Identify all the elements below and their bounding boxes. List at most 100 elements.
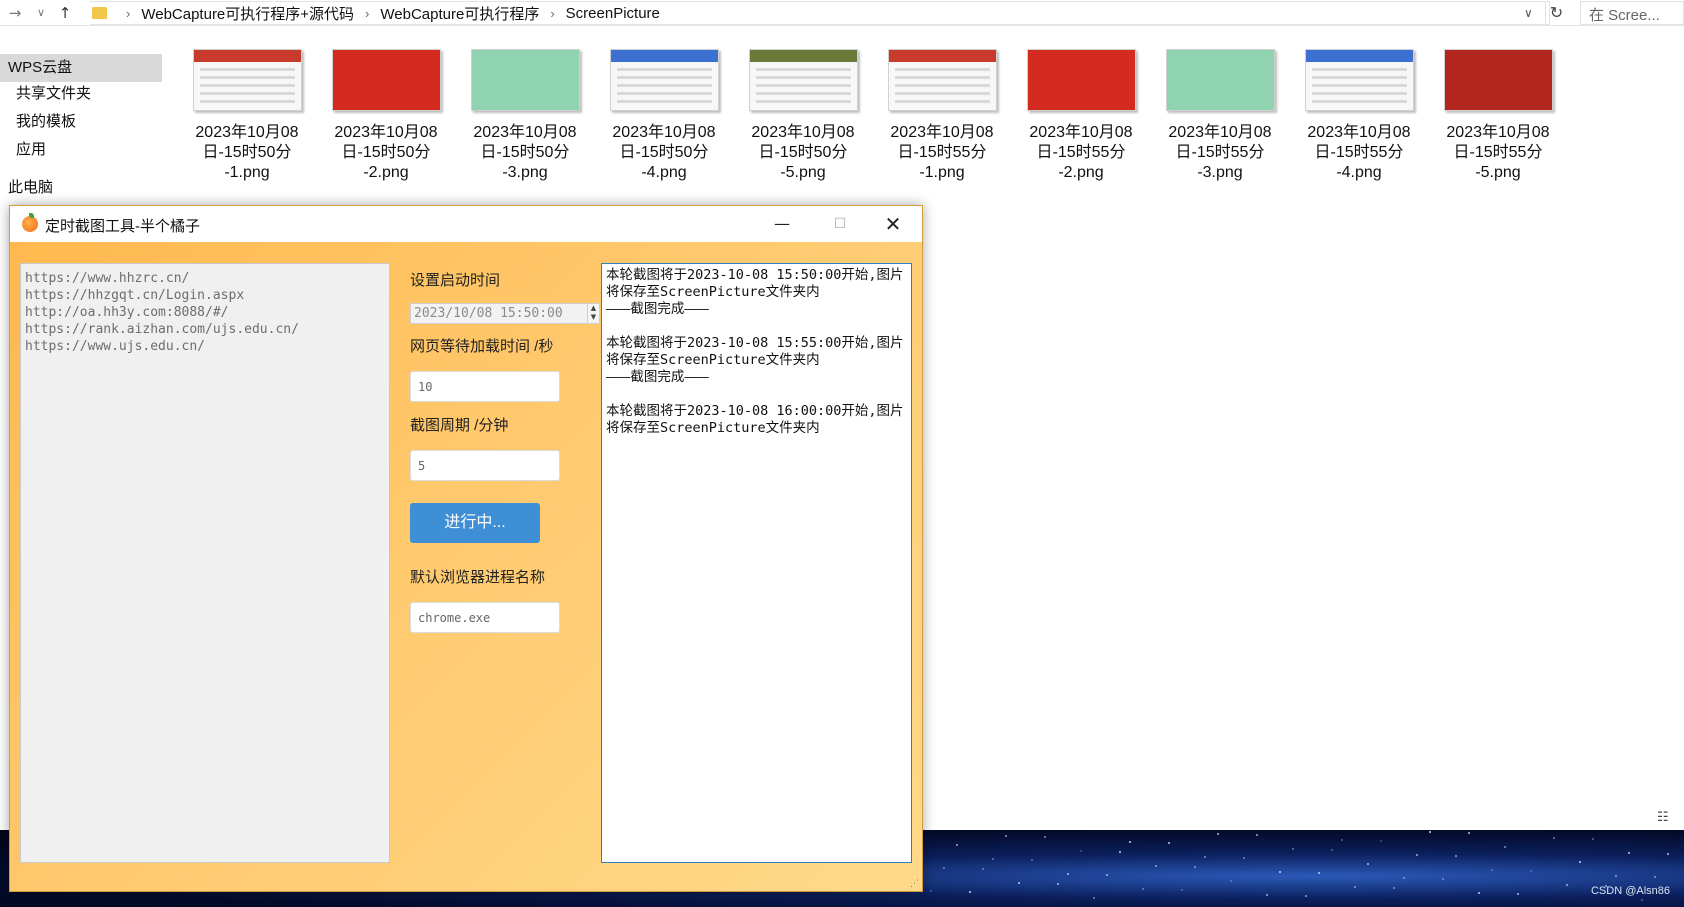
sidebar-item-apps[interactable]: 应用 <box>0 136 162 164</box>
file-item[interactable]: 2023年10月08 日-15时50分 -4.png <box>597 49 731 183</box>
file-name: 2023年10月08 日-15时55分 -4.png <box>1292 123 1426 183</box>
star <box>1018 882 1020 884</box>
star <box>1292 848 1294 850</box>
star <box>1093 897 1095 899</box>
sidebar-item-shared-folder[interactable]: 共享文件夹 <box>0 80 162 108</box>
file-thumbnail <box>331 49 441 111</box>
file-name: 2023年10月08 日-15时50分 -2.png <box>319 123 453 183</box>
breadcrumb-item[interactable]: WebCapture可执行程序 <box>380 3 539 24</box>
file-name: 2023年10月08 日-15时55分 -5.png <box>1431 123 1565 183</box>
file-name-line: -4.png <box>1336 164 1382 181</box>
file-item[interactable]: 2023年10月08 日-15时50分 -3.png <box>458 49 592 183</box>
star <box>1230 880 1232 882</box>
star <box>1504 846 1506 848</box>
breadcrumb[interactable]: › WebCapture可执行程序+源代码 › WebCapture可执行程序 … <box>90 1 1550 25</box>
log-message: 本轮截图将于2023-10-08 16:00:00开始,图片将保存至Screen… <box>606 403 904 436</box>
star <box>1654 876 1656 878</box>
file-name-line: 日-15时50分 <box>619 144 709 161</box>
log-message: 本轮截图将于2023-10-08 15:55:00开始,图片将保存至Screen… <box>606 335 904 368</box>
file-item[interactable]: 2023年10月08 日-15时50分 -5.png <box>736 49 870 183</box>
file-name-line: 2023年10月08 <box>334 124 438 141</box>
star <box>1416 854 1418 856</box>
file-item[interactable]: 2023年10月08 日-15时50分 -2.png <box>319 49 453 183</box>
star <box>1204 856 1206 858</box>
sidebar-item-label: 共享文件夹 <box>16 85 92 102</box>
title-bar[interactable]: 定时截图工具-半个橘子 — ☐ ✕ <box>10 206 922 242</box>
star <box>1468 832 1470 834</box>
resize-grip-icon[interactable]: ⋰ <box>910 879 919 889</box>
sidebar-item-label: 此电脑 <box>8 179 54 196</box>
url-list-input[interactable] <box>20 263 390 863</box>
star <box>969 891 971 893</box>
star <box>1168 842 1170 844</box>
period-input[interactable] <box>410 450 560 481</box>
star <box>1119 851 1121 853</box>
start-time-picker[interactable]: 2023/10/08 15:50:00 <box>410 303 588 324</box>
folder-icon <box>92 7 107 19</box>
recent-locations-icon[interactable]: ∨ <box>30 2 52 24</box>
chevron-right-icon: › <box>550 5 555 21</box>
star <box>1455 855 1457 857</box>
file-name-line: 日-15时55分 <box>1453 144 1543 161</box>
file-name-line: -1.png <box>919 164 965 181</box>
spin-arrows-icon[interactable]: ▲ ▼ <box>587 303 600 324</box>
star <box>1266 894 1268 896</box>
star <box>1142 888 1144 890</box>
file-item[interactable]: 2023年10月08 日-15时55分 -5.png <box>1431 49 1565 183</box>
file-name-line: 日-15时50分 <box>341 144 431 161</box>
star <box>1478 892 1480 894</box>
chevron-down-icon[interactable]: ∨ <box>1524 2 1533 24</box>
log-output[interactable]: 本轮截图将于2023-10-08 15:50:00开始,图片将保存至Screen… <box>601 263 912 863</box>
star <box>982 868 984 870</box>
file-name-line: 日-15时50分 <box>758 144 848 161</box>
file-item[interactable]: 2023年10月08 日-15时50分 -1.png <box>180 49 314 183</box>
breadcrumb-item[interactable]: WebCapture可执行程序+源代码 <box>141 3 354 24</box>
star <box>1005 835 1007 837</box>
star <box>1341 839 1343 841</box>
star <box>1628 852 1630 854</box>
file-name: 2023年10月08 日-15时55分 -3.png <box>1153 123 1287 183</box>
sidebar-item-label: 我的模板 <box>16 113 77 130</box>
sidebar-item-templates[interactable]: 我的模板 <box>0 108 162 136</box>
file-name-line: -1.png <box>224 164 270 181</box>
browser-process-label: 默认浏览器进程名称 <box>410 569 546 586</box>
breadcrumb-item[interactable]: ScreenPicture <box>566 5 660 22</box>
file-name-line: 日-15时55分 <box>1175 144 1265 161</box>
star <box>1181 889 1183 891</box>
sidebar-item-wps-cloud[interactable]: WPS云盘 <box>0 54 162 82</box>
file-item[interactable]: 2023年10月08 日-15时55分 -2.png <box>1014 49 1148 183</box>
file-name-line: 2023年10月08 <box>1446 124 1550 141</box>
star <box>1106 874 1108 876</box>
maximize-icon[interactable]: ☐ <box>811 206 869 242</box>
watermark-text: CSDN @Alsn86 <box>1590 885 1670 897</box>
minimize-icon[interactable]: — <box>753 206 811 242</box>
up-arrow-icon[interactable]: ↑ <box>54 2 76 24</box>
file-name-line: 日-15时50分 <box>202 144 292 161</box>
file-item[interactable]: 2023年10月08 日-15时55分 -4.png <box>1292 49 1426 183</box>
wait-time-label: 网页等待加载时间 /秒 <box>410 338 554 355</box>
file-item[interactable]: 2023年10月08 日-15时55分 -3.png <box>1153 49 1287 183</box>
forward-arrow-icon[interactable]: → <box>4 2 26 24</box>
file-name-line: 2023年10月08 <box>612 124 716 141</box>
star <box>1067 873 1069 875</box>
file-item[interactable]: 2023年10月08 日-15时55分 -1.png <box>875 49 1009 183</box>
star <box>1129 841 1131 843</box>
search-input[interactable]: 在 Scree... <box>1580 1 1684 25</box>
sidebar-item-label: 应用 <box>16 141 47 158</box>
browser-process-input[interactable] <box>410 602 560 633</box>
capture-tool-window: 定时截图工具-半个橘子 — ☐ ✕ 设置启动时间 2023/10/08 15:5… <box>9 205 923 892</box>
star <box>1579 861 1581 863</box>
refresh-icon[interactable]: ↻ <box>1545 2 1567 24</box>
log-message: 本轮截图将于2023-10-08 15:50:00开始,图片将保存至Screen… <box>606 267 904 300</box>
file-name: 2023年10月08 日-15时50分 -5.png <box>736 123 870 183</box>
star <box>1491 869 1493 871</box>
run-button[interactable]: 进行中... <box>410 503 540 543</box>
wait-time-input[interactable] <box>410 371 560 402</box>
file-thumbnail <box>1165 49 1275 111</box>
star <box>1517 893 1519 895</box>
details-view-icon[interactable]: ☷ <box>1657 810 1677 826</box>
sidebar-item-this-pc[interactable]: 此电脑 <box>0 174 162 202</box>
file-name-line: 2023年10月08 <box>1307 124 1411 141</box>
star <box>1667 853 1669 855</box>
close-icon[interactable]: ✕ <box>864 206 922 242</box>
